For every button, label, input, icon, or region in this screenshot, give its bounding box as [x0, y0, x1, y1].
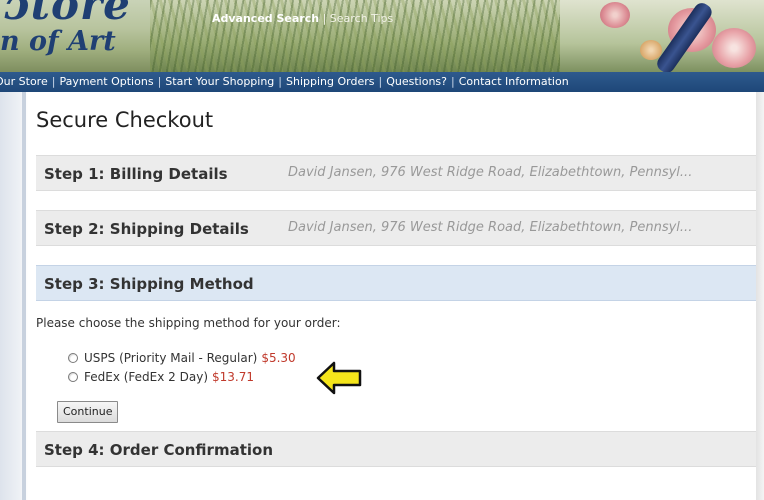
shipping-option-fedex[interactable]: FedEx (FedEx 2 Day) $13.71 — [68, 370, 254, 384]
main-nav: Our Store | Payment Options | Start Your Sho… — [0, 72, 764, 92]
search-tips-link[interactable]: Search Tips — [330, 12, 393, 25]
store-logo-bottom[interactable]: n of Art — [0, 26, 116, 57]
flower-icon — [712, 28, 756, 68]
flower-icon — [600, 2, 630, 28]
link-separator: | — [322, 12, 327, 25]
step-billing-details[interactable]: Step 1: Billing Details David Jansen, 97… — [36, 155, 756, 191]
nav-payment-options[interactable]: Payment Options — [59, 75, 153, 88]
nav-separator: | — [378, 75, 383, 88]
radio-button[interactable] — [68, 372, 78, 382]
option-label: FedEx (FedEx 2 Day) — [84, 370, 208, 384]
step-label: Step 4: Order Confirmation — [44, 441, 273, 459]
option-price: $13.71 — [212, 370, 254, 384]
nav-contact-information[interactable]: Contact Information — [459, 75, 569, 88]
store-logo-top[interactable]: ɔtore — [4, 0, 131, 29]
step-shipping-details[interactable]: Step 2: Shipping Details David Jansen, 9… — [36, 210, 756, 246]
continue-button[interactable]: Continue — [57, 401, 119, 423]
nav-start-shopping[interactable]: Start Your Shopping — [165, 75, 274, 88]
shipping-option-usps[interactable]: USPS (Priority Mail - Regular) $5.30 — [68, 351, 296, 365]
option-label: USPS (Priority Mail - Regular) — [84, 351, 258, 365]
page-title: Secure Checkout — [36, 108, 214, 132]
nav-our-store[interactable]: Our Store — [0, 75, 48, 88]
step-order-confirmation: Step 4: Order Confirmation — [36, 431, 756, 467]
nav-separator: | — [451, 75, 455, 88]
step-shipping-method: Step 3: Shipping Method — [36, 265, 756, 301]
banner-grass-art — [150, 0, 600, 72]
nav-separator: | — [51, 75, 56, 88]
radio-button[interactable] — [68, 353, 78, 363]
nav-shipping-orders[interactable]: Shipping Orders — [286, 75, 374, 88]
header-banner: ɔtore n of Art Advanced Search | Search … — [0, 0, 764, 72]
advanced-search-link[interactable]: Advanced Search — [212, 12, 319, 25]
step-summary: David Jansen, 976 West Ridge Road, Eliza… — [288, 220, 693, 235]
nav-questions[interactable]: Questions? — [386, 75, 447, 88]
nav-separator: | — [157, 75, 162, 88]
header-links: Advanced Search | Search Tips — [212, 12, 393, 25]
step-summary: David Jansen, 976 West Ridge Road, Eliza… — [288, 165, 693, 180]
right-edge — [756, 92, 764, 500]
option-price: $5.30 — [261, 351, 296, 365]
nav-separator: | — [278, 75, 283, 88]
arrow-left-icon — [316, 361, 362, 395]
shipping-instruction: Please choose the shipping method for yo… — [36, 316, 341, 330]
step-label: Step 3: Shipping Method — [44, 275, 254, 293]
left-gutter — [0, 92, 28, 500]
step-label: Step 2: Shipping Details — [44, 220, 249, 238]
step-label: Step 1: Billing Details — [44, 165, 228, 183]
